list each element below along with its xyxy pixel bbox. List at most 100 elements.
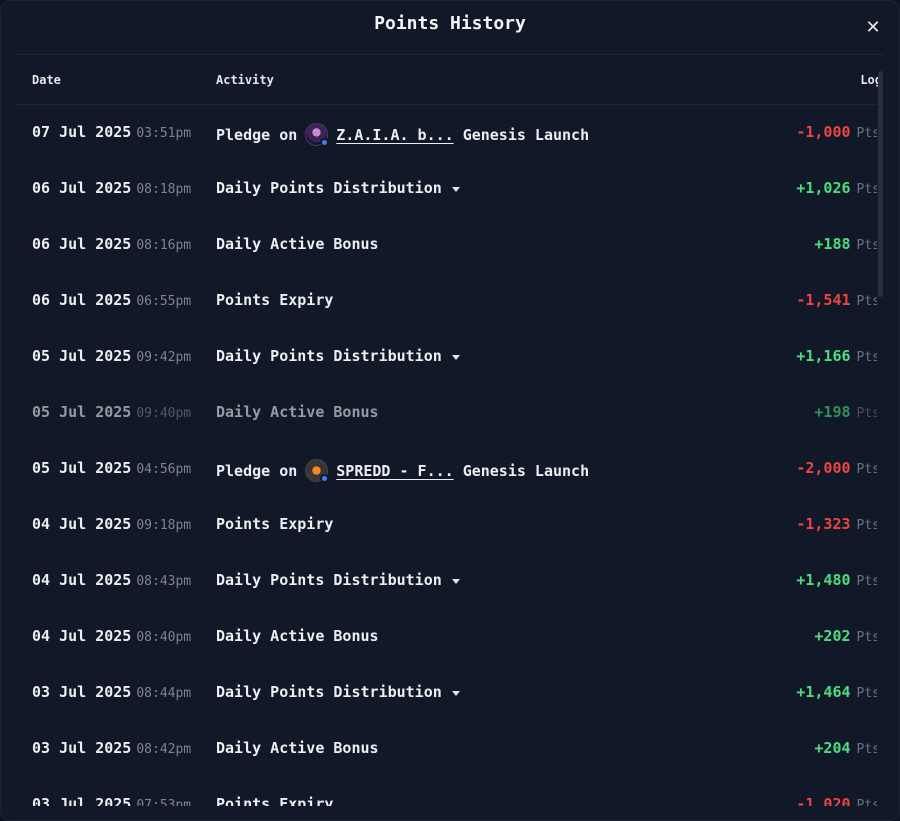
points-amount: +204 <box>814 739 851 757</box>
activity-label: Points Expiry <box>216 291 334 309</box>
chevron-down-icon[interactable] <box>451 578 460 584</box>
points-amount: -1,323 <box>796 515 851 533</box>
chevron-down-icon[interactable] <box>451 690 460 696</box>
points-unit: Pts <box>856 182 877 197</box>
row-activity: Points Expiry <box>216 515 333 533</box>
points-history-modal: Points History ✕ Date Activity Log 07 Ju… <box>0 0 900 821</box>
row-log: -1,541 Pts <box>796 291 877 309</box>
table-row: 05 Jul 2025 09:40pm Daily Active Bonus +198… <box>16 385 877 441</box>
row-activity: Daily Active Bonus <box>216 403 379 421</box>
points-unit: Pts <box>856 630 877 645</box>
activity-label: Daily Points Distribution <box>216 683 442 701</box>
points-amount: -1,000 <box>796 123 851 141</box>
close-icon[interactable]: ✕ <box>860 14 886 40</box>
activity-label: Daily Active Bonus <box>216 627 379 645</box>
table-row: 05 Jul 2025 09:42pm Daily Points Distribut… <box>16 329 877 385</box>
row-activity: Daily Active Bonus <box>216 627 379 645</box>
row-date: 03 Jul 2025 07:53pm <box>32 795 191 806</box>
date-value: 06 Jul 2025 <box>32 291 132 309</box>
points-amount: -2,000 <box>796 459 851 477</box>
chevron-down-icon[interactable] <box>451 354 460 360</box>
column-header-activity: Activity <box>216 73 274 87</box>
modal-header: Points History ✕ <box>16 1 884 55</box>
points-unit: Pts <box>856 686 877 701</box>
table-row: 06 Jul 2025 08:18pm Daily Points Distribut… <box>16 161 877 217</box>
points-amount: -1,020 <box>796 795 851 806</box>
verified-badge-icon <box>320 474 330 483</box>
row-log: +198 Pts <box>814 403 877 421</box>
row-log: +1,480 Pts <box>796 571 877 589</box>
activity-label: Daily Active Bonus <box>216 403 379 421</box>
row-date: 03 Jul 2025 08:42pm <box>32 739 191 757</box>
points-unit: Pts <box>856 294 877 309</box>
activity-label: Points Expiry <box>216 795 334 806</box>
time-value: 08:18pm <box>136 182 192 197</box>
points-unit: Pts <box>856 238 877 253</box>
activity-label: Daily Points Distribution <box>216 571 442 589</box>
table-row: 03 Jul 2025 08:44pm Daily Points Distribut… <box>16 665 877 721</box>
points-amount: +202 <box>814 627 851 645</box>
row-log: -1,000 Pts <box>796 123 877 141</box>
table-row: 06 Jul 2025 06:55pm Points Expiry -1,541 Pts <box>16 273 877 329</box>
activity-label: Daily Active Bonus <box>216 235 379 253</box>
points-amount: +188 <box>814 235 851 253</box>
column-header-date: Date <box>32 73 61 87</box>
token-link[interactable]: SPREDD - F... <box>336 462 453 480</box>
date-value: 04 Jul 2025 <box>32 515 132 533</box>
points-unit: Pts <box>856 462 877 477</box>
history-list[interactable]: 07 Jul 2025 03:51pm Pledge on Z.A.I.A. b...… <box>16 105 877 806</box>
row-log: +188 Pts <box>814 235 877 253</box>
points-unit: Pts <box>856 518 877 533</box>
points-amount: +1,480 <box>796 571 851 589</box>
points-amount: +1,026 <box>796 179 851 197</box>
row-activity: Daily Active Bonus <box>216 235 379 253</box>
table-row: 03 Jul 2025 07:53pm Points Expiry -1,020 Pts <box>16 777 877 806</box>
row-activity: Daily Points Distribution <box>216 683 460 701</box>
chevron-down-icon[interactable] <box>451 186 460 192</box>
row-log: +202 Pts <box>814 627 877 645</box>
token-link[interactable]: Z.A.I.A. b... <box>336 126 453 144</box>
modal-title: Points History <box>374 13 526 34</box>
activity-prefix: Pledge on <box>216 461 298 480</box>
row-log: +1,464 Pts <box>796 683 877 701</box>
points-unit: Pts <box>856 798 877 806</box>
points-unit: Pts <box>856 742 877 757</box>
table-row: 04 Jul 2025 08:43pm Daily Points Distribut… <box>16 553 877 609</box>
time-value: 08:40pm <box>136 630 192 645</box>
date-value: 03 Jul 2025 <box>32 683 132 701</box>
time-value: 07:53pm <box>136 798 192 806</box>
activity-label: Daily Active Bonus <box>216 739 379 757</box>
row-activity: Daily Points Distribution <box>216 179 460 197</box>
row-activity: Points Expiry <box>216 291 333 309</box>
table-row: 04 Jul 2025 09:18pm Points Expiry -1,323 Pts <box>16 497 877 553</box>
table-row: 04 Jul 2025 08:40pm Daily Active Bonus +202… <box>16 609 877 665</box>
row-activity: Pledge on Z.A.I.A. b... Genesis Launch <box>216 123 589 147</box>
row-log: +1,026 Pts <box>796 179 877 197</box>
time-value: 09:40pm <box>136 406 192 421</box>
time-value: 06:55pm <box>136 294 192 309</box>
scrollbar-thumb[interactable] <box>878 71 883 297</box>
table-row: 07 Jul 2025 03:51pm Pledge on Z.A.I.A. b...… <box>16 105 877 161</box>
table-row: 05 Jul 2025 04:56pm Pledge on SPREDD - F...… <box>16 441 877 497</box>
verified-badge-icon <box>320 138 330 147</box>
table-row: 03 Jul 2025 08:42pm Daily Active Bonus +204… <box>16 721 877 777</box>
date-value: 05 Jul 2025 <box>32 403 132 421</box>
date-value: 03 Jul 2025 <box>32 739 132 757</box>
activity-prefix: Pledge on <box>216 125 298 144</box>
row-log: +204 Pts <box>814 739 877 757</box>
points-unit: Pts <box>856 126 877 141</box>
row-activity: Daily Active Bonus <box>216 739 379 757</box>
time-value: 08:44pm <box>136 686 192 701</box>
points-amount: +1,464 <box>796 683 851 701</box>
points-amount: +1,166 <box>796 347 851 365</box>
points-amount: -1,541 <box>796 291 851 309</box>
activity-label: Points Expiry <box>216 515 334 533</box>
activity-label: Daily Points Distribution <box>216 347 442 365</box>
row-date: 06 Jul 2025 08:18pm <box>32 179 191 197</box>
time-value: 08:43pm <box>136 574 192 589</box>
time-value: 08:42pm <box>136 742 192 757</box>
row-date: 06 Jul 2025 06:55pm <box>32 291 191 309</box>
row-date: 05 Jul 2025 09:42pm <box>32 347 191 365</box>
table-header: Date Activity Log <box>16 56 882 105</box>
row-date: 07 Jul 2025 03:51pm <box>32 123 191 141</box>
